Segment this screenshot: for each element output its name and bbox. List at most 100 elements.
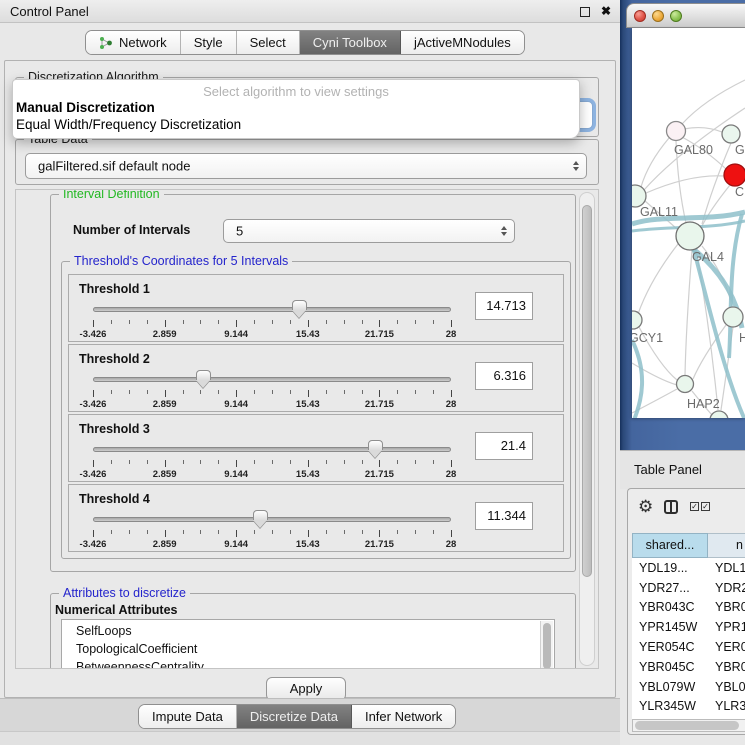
numerical-attributes-list[interactable]: SelfLoopsTopologicalCoefficientBetweenne… (61, 619, 555, 669)
threshold-value-field[interactable]: 6.316 (475, 362, 533, 390)
threshold-3-panel: Threshold 3 -3.4262.8599.14415.4321.7152… (68, 414, 564, 482)
slider-track[interactable] (93, 377, 451, 382)
slider-ticks (93, 390, 451, 397)
float-window-icon[interactable] (580, 7, 590, 17)
tab-style[interactable]: Style (181, 31, 237, 54)
threshold-value-field[interactable]: 14.713 (475, 292, 533, 320)
tab-jactivemnodules[interactable]: jActiveMNodules (401, 31, 524, 54)
network-node-g[interactable] (722, 125, 740, 143)
threshold-label: Threshold 3 (79, 422, 150, 436)
attributes-group: Attributes to discretize Numerical Attri… (50, 593, 576, 669)
number-of-intervals-combobox[interactable]: 5 (223, 219, 515, 243)
dropdown-option-manual-discretization[interactable]: Manual Discretization (13, 99, 579, 116)
slider-thumb[interactable] (368, 440, 383, 450)
close-icon[interactable]: ✖ (601, 4, 611, 18)
panel-vertical-scrollbar[interactable] (579, 192, 595, 666)
tab-network[interactable]: Network (86, 31, 181, 54)
cell-name[interactable]: YDR2 (711, 581, 745, 595)
table-row[interactable]: YBR043CYBR0 (632, 598, 745, 618)
network-edge[interactable] (685, 250, 692, 375)
attribute-list-item[interactable]: BetweennessCentrality (76, 658, 554, 669)
cell-name[interactable]: YBR0 (711, 600, 745, 614)
tab-cyni-toolbox[interactable]: Cyni Toolbox (300, 31, 401, 54)
tab-label: Select (250, 35, 286, 50)
network-node[interactable] (710, 411, 728, 418)
slider-thumb[interactable] (292, 300, 307, 310)
cell-name[interactable]: YDL1 (711, 561, 745, 575)
table-horizontal-scrollbar[interactable] (632, 719, 745, 732)
table-row[interactable]: YDL19...YDL1 (632, 558, 745, 578)
threshold-slider[interactable]: -3.4262.8599.14415.4321.71528 (93, 299, 451, 339)
network-edge[interactable] (638, 244, 678, 314)
table-data-combobox[interactable]: galFiltered.sif default node (25, 153, 587, 179)
cell-name[interactable]: YER0 (711, 640, 745, 654)
minimize-traffic-light-icon[interactable] (652, 10, 664, 22)
threshold-slider[interactable]: -3.4262.8599.14415.4321.71528 (93, 439, 451, 479)
tab-label: Discretize Data (250, 709, 338, 724)
slider-tick-labels: -3.4262.8599.14415.4321.71528 (93, 329, 451, 341)
tab-infer-network[interactable]: Infer Network (352, 705, 455, 728)
network-node-gal80[interactable] (667, 122, 686, 141)
network-node-gal4[interactable] (676, 222, 704, 250)
slider-thumb[interactable] (196, 370, 211, 380)
slider-thumb[interactable] (253, 510, 268, 520)
cell-shared-name[interactable]: YBR045C (632, 660, 711, 674)
scrollbar-thumb[interactable] (582, 205, 592, 577)
network-edge-highlighted[interactable] (632, 340, 642, 418)
slider-track[interactable] (93, 307, 451, 312)
tab-discretize-data[interactable]: Discretize Data (237, 705, 352, 728)
node-label: HAP2 (687, 397, 720, 411)
slider-track[interactable] (93, 517, 451, 522)
tab-select[interactable]: Select (237, 31, 300, 54)
cell-shared-name[interactable]: YBL079W (632, 680, 711, 694)
network-canvas[interactable]: GAL80GCGAL11GAL4GCY1HHAP2 (632, 28, 745, 418)
network-node-gcy1[interactable] (632, 311, 642, 329)
network-window-titlebar[interactable] (626, 3, 745, 28)
cell-name[interactable]: YBR0 (711, 660, 745, 674)
cell-shared-name[interactable]: YLR345W (632, 699, 711, 713)
column-header-shared-name[interactable]: shared... (632, 533, 708, 558)
cell-shared-name[interactable]: YPR145W (632, 620, 711, 634)
network-node-c[interactable] (724, 164, 745, 186)
network-node-gal11[interactable] (632, 185, 646, 207)
zoom-traffic-light-icon[interactable] (670, 10, 682, 22)
threshold-slider[interactable]: -3.4262.8599.14415.4321.71528 (93, 369, 451, 409)
attribute-list-item[interactable]: TopologicalCoefficient (76, 640, 554, 658)
slider-track[interactable] (93, 447, 451, 452)
cell-name[interactable]: YLR3 (711, 699, 745, 713)
network-node-hap2[interactable] (677, 376, 694, 393)
table-row[interactable]: YDR27...YDR2 (632, 578, 745, 598)
table-row[interactable]: YLR345WYLR3 (632, 697, 745, 717)
control-panel-titlebar: Control Panel ✖ (0, 0, 620, 23)
table-row[interactable]: YBL079WYBL0 (632, 677, 745, 697)
threshold-value-field[interactable]: 21.4 (475, 432, 533, 460)
columns-icon[interactable] (664, 500, 678, 514)
cell-name[interactable]: YBL0 (711, 680, 745, 694)
close-traffic-light-icon[interactable] (634, 10, 646, 22)
network-edge[interactable] (702, 185, 730, 226)
list-scrollbar[interactable] (540, 621, 553, 669)
table-row[interactable]: YPR145WYPR1 (632, 617, 745, 637)
network-node-h[interactable] (723, 307, 743, 327)
threshold-label: Threshold 4 (79, 492, 150, 506)
scrollbar-thumb[interactable] (635, 721, 739, 730)
stepper-arrows-icon (573, 161, 579, 171)
cell-shared-name[interactable]: YDL19... (632, 561, 711, 575)
table-row[interactable]: YBR045CYBR0 (632, 657, 745, 677)
cell-shared-name[interactable]: YBR043C (632, 600, 711, 614)
tab-impute-data[interactable]: Impute Data (139, 705, 237, 728)
dropdown-option-equal-width-frequency[interactable]: Equal Width/Frequency Discretization (13, 116, 579, 133)
select-all-checkbox-icon[interactable]: ✓ (690, 502, 699, 511)
table-row[interactable]: YER054CYER0 (632, 637, 745, 657)
threshold-slider[interactable]: -3.4262.8599.14415.4321.71528 (93, 509, 451, 549)
gear-icon[interactable]: ⚙ (638, 498, 653, 515)
threshold-value-field[interactable]: 11.344 (475, 502, 533, 530)
cell-shared-name[interactable]: YDR27... (632, 581, 711, 595)
select-none-checkbox-icon[interactable]: ✓ (701, 502, 710, 511)
cell-shared-name[interactable]: YER054C (632, 640, 711, 654)
network-edge[interactable] (682, 80, 745, 124)
attribute-list-item[interactable]: SelfLoops (76, 622, 554, 640)
column-header-name[interactable]: n (708, 533, 745, 558)
cell-name[interactable]: YPR1 (711, 620, 745, 634)
network-edge[interactable] (641, 138, 669, 187)
